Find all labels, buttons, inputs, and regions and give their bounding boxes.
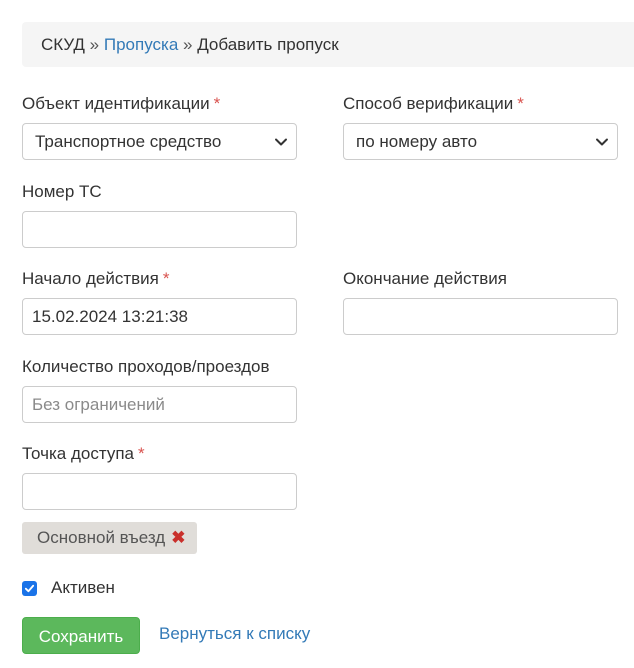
breadcrumb-current: Добавить пропуск — [197, 35, 339, 54]
access-point-label-text: Точка доступа — [22, 444, 134, 463]
vehicle-number-input[interactable] — [22, 211, 297, 248]
active-checkbox[interactable] — [22, 580, 37, 596]
identification-object-select[interactable]: Транспортное средство — [22, 123, 297, 160]
active-checkbox-row[interactable]: Активен — [22, 578, 115, 598]
end-date-input[interactable] — [343, 298, 618, 335]
required-mark: * — [162, 269, 170, 288]
verification-method-select[interactable]: по номеру авто — [343, 123, 618, 160]
identification-object-label: Объект идентификации * — [22, 94, 220, 114]
required-mark: * — [517, 94, 524, 113]
check-icon — [24, 584, 35, 592]
access-point-label: Точка доступа * — [22, 444, 145, 464]
start-date-input[interactable]: 15.02.2024 13:21:38 — [22, 298, 297, 335]
identification-object-label-text: Объект идентификации — [22, 94, 210, 113]
breadcrumb-link-passes[interactable]: Пропуска — [104, 35, 178, 54]
verification-method-label-text: Способ верификации — [343, 94, 514, 113]
start-date-value: 15.02.2024 13:21:38 — [32, 307, 188, 326]
access-point-tag-label: Основной въезд — [37, 528, 166, 547]
start-date-label-text: Начало действия — [22, 269, 159, 288]
breadcrumb-separator: » — [183, 35, 193, 54]
end-date-label: Окончание действия — [343, 269, 507, 288]
chevron-down-icon — [596, 138, 608, 146]
required-mark: * — [138, 444, 145, 463]
breadcrumb: СКУД » Пропуска » Добавить пропуск — [22, 22, 634, 67]
required-mark: * — [213, 94, 221, 113]
start-date-label: Начало действия * — [22, 269, 169, 289]
pass-count-input[interactable]: Без ограничений — [22, 386, 297, 423]
back-to-list-link[interactable]: Вернуться к списку — [159, 624, 310, 644]
pass-count-label: Количество проходов/проездов — [22, 357, 270, 376]
identification-object-value: Транспортное средство — [35, 132, 222, 151]
close-icon[interactable]: ✖ — [171, 522, 185, 554]
breadcrumb-root: СКУД — [41, 35, 85, 54]
verification-method-value: по номеру авто — [356, 132, 478, 151]
chevron-down-icon — [275, 138, 287, 146]
vehicle-number-label: Номер ТС — [22, 182, 102, 201]
save-button[interactable]: Сохранить — [22, 617, 140, 654]
access-point-tag: Основной въезд ✖ — [22, 522, 198, 554]
breadcrumb-separator: » — [89, 35, 100, 54]
pass-count-placeholder: Без ограничений — [32, 395, 165, 414]
verification-method-label: Способ верификации * — [343, 94, 524, 114]
access-point-input[interactable] — [22, 473, 297, 510]
active-checkbox-label: Активен — [51, 578, 115, 597]
